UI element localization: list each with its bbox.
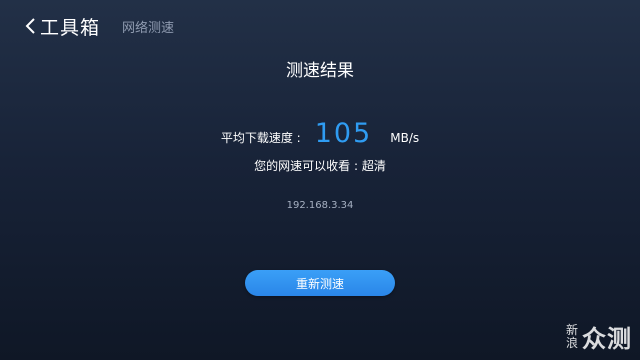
avg-speed-value: 105 [314, 118, 373, 149]
ip-address: 192.168.3.34 [286, 200, 354, 211]
watermark-main: 众测 [582, 325, 632, 353]
avg-speed-label: 平均下载速度 : [220, 131, 301, 145]
watermark-logo: 新 浪 众测 [566, 319, 632, 354]
watermark-top: 新 [565, 322, 578, 337]
watermark-stack: 新 浪 [565, 322, 578, 350]
watermark-bottom: 浪 [565, 335, 578, 350]
chevron-left-icon[interactable] [24, 16, 38, 36]
retest-button[interactable]: 重新测速 [245, 270, 395, 296]
avg-speed-row: 平均下载速度 : 105 MB/s [0, 118, 640, 149]
back-label[interactable]: 工具箱 [40, 13, 100, 40]
avg-speed-unit: MB/s [390, 131, 420, 145]
breadcrumb: 网络测速 [122, 20, 175, 36]
page-title: 测速结果 [286, 61, 354, 81]
back-button[interactable]: 工具箱 [24, 13, 100, 40]
top-bar: 工具箱 网络测速 [24, 10, 174, 42]
watch-quality-text: 您的网速可以收看 : 超清 [254, 159, 386, 173]
